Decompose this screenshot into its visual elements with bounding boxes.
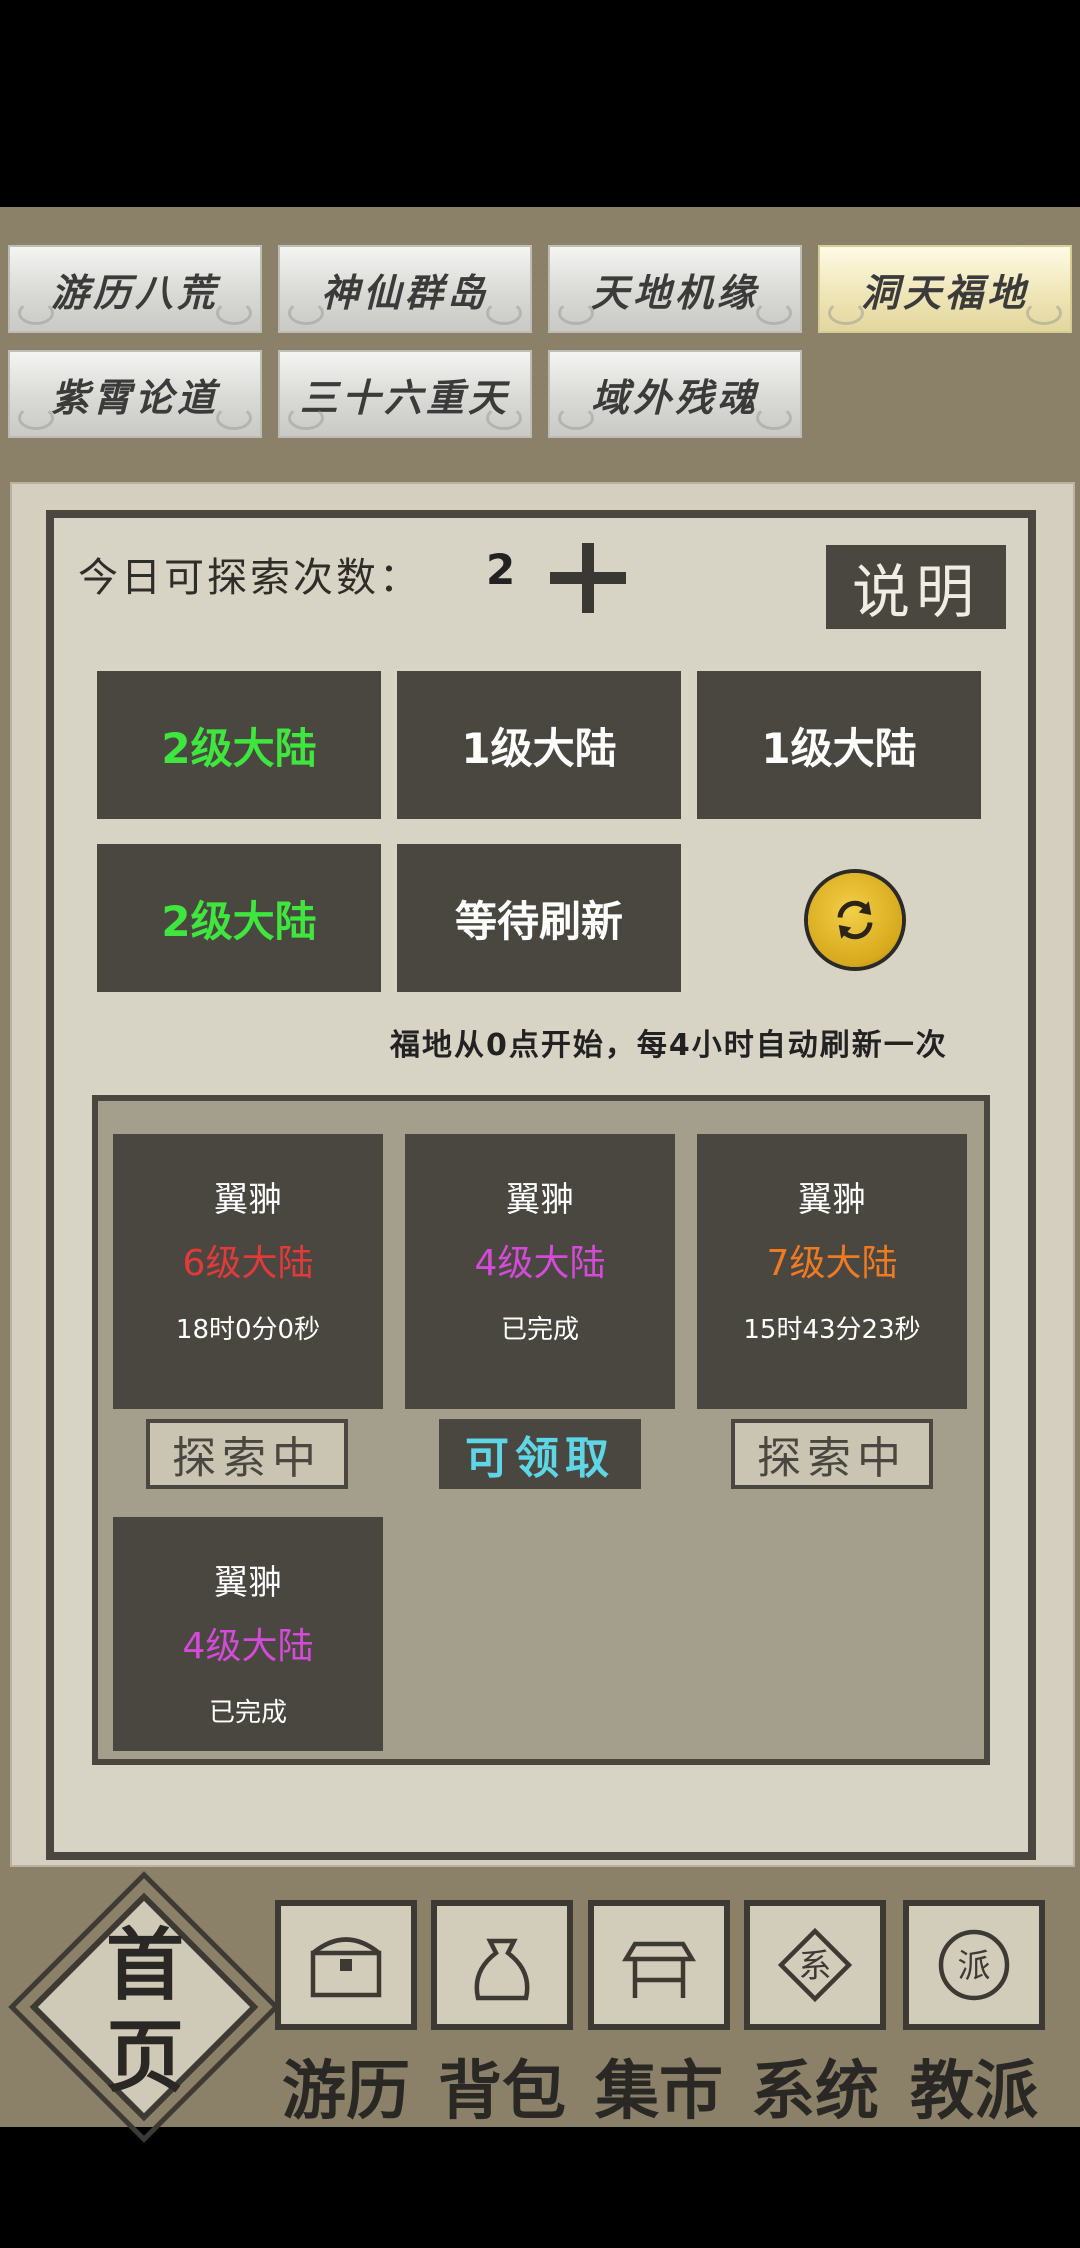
expedition-level: 4级大陆 <box>474 1243 606 1284</box>
expedition-time: 已完成 <box>500 1315 579 1345</box>
bag-icon-graphic <box>474 1938 530 2001</box>
home-label[interactable]: 首页 <box>90 1920 200 2104</box>
expedition-time: 18时0分0秒 <box>175 1315 321 1345</box>
chest-icon[interactable] <box>275 1900 417 2030</box>
chest-icon-graphic <box>310 1937 382 1998</box>
explore-count-value: 2 <box>486 545 516 594</box>
tab-travel[interactable]: 游历八荒 <box>8 245 262 333</box>
tab-label: 神仙群岛 <box>320 269 489 315</box>
claim-button[interactable]: 可领取 <box>439 1419 641 1489</box>
svg-text:派: 派 <box>958 1946 991 1985</box>
expedition-card[interactable]: 翼翀 6级大陆 18时0分0秒 <box>113 1134 383 1409</box>
tab-label: 天地机缘 <box>590 269 759 315</box>
system-icon-graphic: 系 <box>777 1927 853 2003</box>
expedition-card[interactable]: 翼翀 4级大陆 已完成 <box>405 1134 675 1409</box>
tab-blessed-land[interactable]: 洞天福地 <box>818 245 1072 333</box>
expedition-card[interactable]: 翼翀 4级大陆 已完成 <box>113 1517 383 1751</box>
expedition-name: 翼翀 <box>214 1180 282 1220</box>
system-icon[interactable]: 系 <box>744 1900 886 2030</box>
refresh-icon[interactable] <box>808 873 902 967</box>
refresh-note: 福地从0点开始，每4小时自动刷新一次 <box>390 1028 948 1063</box>
exploring-button[interactable]: 探索中 <box>731 1419 933 1489</box>
explore-count-label: 今日可探索次数： <box>78 555 422 601</box>
expedition-time: 已完成 <box>208 1698 287 1728</box>
bag-icon[interactable] <box>431 1900 573 2030</box>
tab-label: 域外残魂 <box>590 374 759 420</box>
tab-outer-souls[interactable]: 域外残魂 <box>548 350 802 438</box>
expedition-level: 4级大陆 <box>182 1626 314 1667</box>
tab-debate[interactable]: 紫霄论道 <box>8 350 262 438</box>
refresh-arrows-icon <box>837 900 873 940</box>
expedition-card[interactable]: 翼翀 7级大陆 15时43分23秒 <box>697 1134 967 1409</box>
tab-immortal-isles[interactable]: 神仙群岛 <box>278 245 532 333</box>
tab-label: 紫霄论道 <box>50 374 219 420</box>
exploring-button[interactable]: 探索中 <box>146 1419 348 1489</box>
expedition-name: 翼翀 <box>214 1563 282 1603</box>
tab-label: 洞天福地 <box>860 269 1029 315</box>
stall-icon-graphic <box>622 1941 696 1998</box>
expedition-name: 翼翀 <box>798 1180 866 1220</box>
expedition-level: 7级大陆 <box>766 1243 898 1284</box>
sect-icon-graphic: 派 <box>938 1929 1010 2001</box>
svg-text:系: 系 <box>799 1946 832 1985</box>
help-button[interactable]: 说明 <box>826 545 1006 629</box>
land-button[interactable]: 2级大陆 <box>97 671 381 819</box>
expedition-time: 15时43分23秒 <box>743 1315 921 1345</box>
nav-market-label[interactable]: 集市 <box>584 2040 734 2132</box>
nav-bag-label[interactable]: 背包 <box>427 2040 577 2132</box>
expedition-name: 翼翀 <box>506 1180 574 1220</box>
nav-sect-label[interactable]: 教派 <box>899 2040 1049 2132</box>
tab-label: 游历八荒 <box>50 269 219 315</box>
stall-icon[interactable] <box>588 1900 730 2030</box>
expedition-level: 6级大陆 <box>182 1243 314 1284</box>
tab-fortune[interactable]: 天地机缘 <box>548 245 802 333</box>
tab-label: 三十六重天 <box>299 374 510 420</box>
land-button[interactable]: 2级大陆 <box>97 844 381 992</box>
add-count-button[interactable] <box>550 543 626 613</box>
sect-icon[interactable]: 派 <box>903 1900 1045 2030</box>
land-button[interactable]: 1级大陆 <box>697 671 981 819</box>
nav-system-label[interactable]: 系统 <box>740 2040 890 2132</box>
tab-36-heavens[interactable]: 三十六重天 <box>278 350 532 438</box>
land-button[interactable]: 1级大陆 <box>397 671 681 819</box>
waiting-refresh-button[interactable]: 等待刷新 <box>397 844 681 992</box>
nav-travel-label[interactable]: 游历 <box>271 2040 421 2132</box>
